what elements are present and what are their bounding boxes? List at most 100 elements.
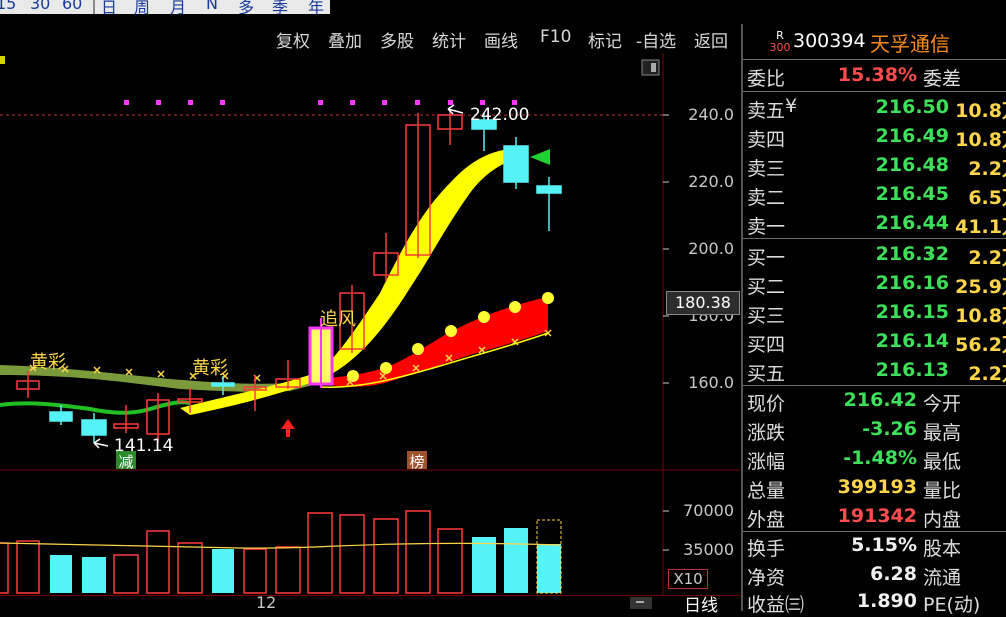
- bid-row-5[interactable]: 买五 216.13 2.2万: [747, 357, 1006, 385]
- period-15[interactable]: 15: [0, 0, 16, 13]
- bid-label: 买二: [747, 276, 786, 298]
- time-axis-border: [0, 595, 740, 596]
- ask-volume: 2.2万: [968, 158, 1006, 180]
- bid-volume: 2.2万: [968, 363, 1006, 385]
- stat-label: 涨跌: [747, 422, 786, 444]
- ask-price: 216.48: [875, 154, 949, 176]
- period-multi[interactable]: 多: [238, 0, 254, 14]
- stat-value: 1.890: [856, 590, 917, 612]
- volume-tick-70000: 70000: [683, 501, 734, 520]
- period-quarter[interactable]: 季: [272, 0, 288, 14]
- volume-unit-label: X10: [668, 569, 708, 589]
- ask-row-3[interactable]: 卖三 216.48 2.2万: [747, 152, 1006, 180]
- price-tick-200: 200.0: [688, 239, 734, 258]
- stat-label: 外盘: [747, 509, 786, 531]
- stat-label: 收益㈢: [747, 594, 805, 616]
- huangcai-label-2: 黄彩: [192, 358, 228, 379]
- toolbar-stats-button[interactable]: 统计: [432, 27, 466, 52]
- ask-label: 卖一: [747, 216, 786, 238]
- ask-label: 卖五: [747, 100, 786, 122]
- toolbar-watchlist-button[interactable]: -自选: [636, 27, 676, 52]
- toolbar-back-button[interactable]: 返回: [694, 27, 728, 52]
- bid-volume: 2.2万: [968, 247, 1006, 269]
- reduce-tag[interactable]: 减: [116, 451, 136, 471]
- stat-label: 涨幅: [747, 451, 786, 473]
- ratio-separator: [743, 91, 1006, 92]
- bid-volume: 56.2万: [955, 334, 1006, 356]
- stat-value: 399193: [837, 476, 917, 498]
- ask-price: 216.50: [875, 96, 949, 118]
- time-axis: 12 日线: [0, 593, 740, 616]
- bid-label: 买三: [747, 305, 786, 327]
- stat-label: 现价: [747, 393, 786, 415]
- toolbar-fuquan-button[interactable]: 复权: [276, 27, 310, 52]
- stat-value: 191342: [837, 505, 917, 527]
- toolbar-f10-button[interactable]: F10: [540, 27, 571, 47]
- order-ratio-value: 15.38%: [837, 64, 917, 86]
- buy-arrow-icon: [281, 419, 295, 437]
- scroll-thumb[interactable]: [630, 597, 652, 609]
- period-60[interactable]: 60: [62, 0, 82, 13]
- chart-toolbar: 复权 叠加 多股 统计 画线 F10 标记 -自选 返回: [270, 24, 740, 53]
- stat-row-outer: 外盘 191342 内盘: [747, 503, 1006, 531]
- bid-row-4[interactable]: 买四 216.14 56.2万: [747, 328, 1006, 356]
- bid-row-1[interactable]: 买一 216.32 ↓ 2.2万: [747, 241, 1006, 269]
- bid-price: 216.16: [875, 272, 949, 294]
- market-badge-top: R: [776, 29, 784, 42]
- bid-volume: 10.8万: [955, 305, 1006, 327]
- order-ratio-row: 委比 15.38% 委差: [747, 62, 1006, 90]
- panel-toggle-button[interactable]: [641, 59, 660, 76]
- bid-label: 买四: [747, 334, 786, 356]
- bid-label: 买一: [747, 247, 786, 269]
- quote-panel-divider: [741, 24, 743, 611]
- stat-row-earnings: 收益㈢ 1.890 PE(动): [747, 588, 1006, 616]
- period-day[interactable]: 日: [101, 0, 117, 14]
- period-selector: 15 30 60 日 周 月 N 多 季 年: [0, 0, 330, 14]
- panel-toggle-icon: [651, 63, 656, 72]
- stat-row-pct: 涨幅 -1.48% 最低: [747, 445, 1006, 473]
- stat-value: 216.42: [843, 389, 917, 411]
- ask-volume: 10.8万: [955, 100, 1006, 122]
- stat-label: 换手: [747, 538, 786, 560]
- low-pointer-icon: [93, 438, 109, 449]
- ask-label: 卖四: [747, 129, 786, 151]
- ask-row-4[interactable]: 卖四 216.49 10.8万: [747, 123, 1006, 151]
- period-30[interactable]: 30: [30, 0, 50, 13]
- market-badge: R 300: [769, 30, 791, 56]
- green-ma-line: [0, 400, 191, 415]
- order-diff-label: 委差: [923, 68, 962, 90]
- toolbar-multi-stock-button[interactable]: 多股: [380, 27, 414, 52]
- stat-row-turnover: 换手 5.15% 股本: [747, 532, 1006, 560]
- ask-row-1[interactable]: 卖一 216.44 41.1万: [747, 210, 1006, 238]
- period-month[interactable]: 月: [170, 0, 186, 14]
- period-year[interactable]: 年: [308, 0, 324, 14]
- yen-icon: ¥: [785, 95, 798, 117]
- volume-chart[interactable]: 70000 35000 X10: [0, 471, 740, 595]
- bid-price: 216.32: [875, 243, 949, 265]
- period-n[interactable]: N: [206, 0, 218, 13]
- stat-label-2: 最低: [923, 451, 962, 473]
- stat-value: -3.26: [862, 418, 917, 440]
- price-tick-160: 160.0: [688, 373, 734, 392]
- ask-row-5[interactable]: 卖五 ¥ 216.50 10.8万: [747, 94, 1006, 122]
- signal-dots: [124, 100, 517, 105]
- volume-chart-svg: [0, 471, 669, 595]
- bid-price: 216.14: [875, 330, 949, 352]
- ask-volume: 10.8万: [955, 129, 1006, 151]
- price-axis-ticks: [663, 114, 669, 384]
- toolbar-mark-button[interactable]: 标记: [588, 27, 622, 52]
- price-chart[interactable]: 242.00 141.14 黄彩 黄彩 追风 减 榜 240.0 220.0 2…: [0, 53, 740, 471]
- period-week[interactable]: 周: [134, 0, 150, 14]
- stat-label-2: 最高: [923, 422, 962, 444]
- bid-row-3[interactable]: 买三 216.15 10.8万: [747, 299, 1006, 327]
- bid-row-2[interactable]: 买二 216.16 25.9万: [747, 270, 1006, 298]
- period-label: 日线: [684, 596, 718, 616]
- ask-volume: 41.1万: [955, 216, 1006, 238]
- bid-price: 216.13: [875, 359, 949, 381]
- toolbar-draw-button[interactable]: 画线: [484, 27, 518, 52]
- toolbar-overlay-button[interactable]: 叠加: [328, 27, 362, 52]
- billboard-tag[interactable]: 榜: [407, 451, 427, 471]
- price-pointer-icon: [530, 149, 550, 165]
- ask-label: 卖二: [747, 187, 786, 209]
- ask-row-2[interactable]: 卖二 216.45 6.5万: [747, 181, 1006, 209]
